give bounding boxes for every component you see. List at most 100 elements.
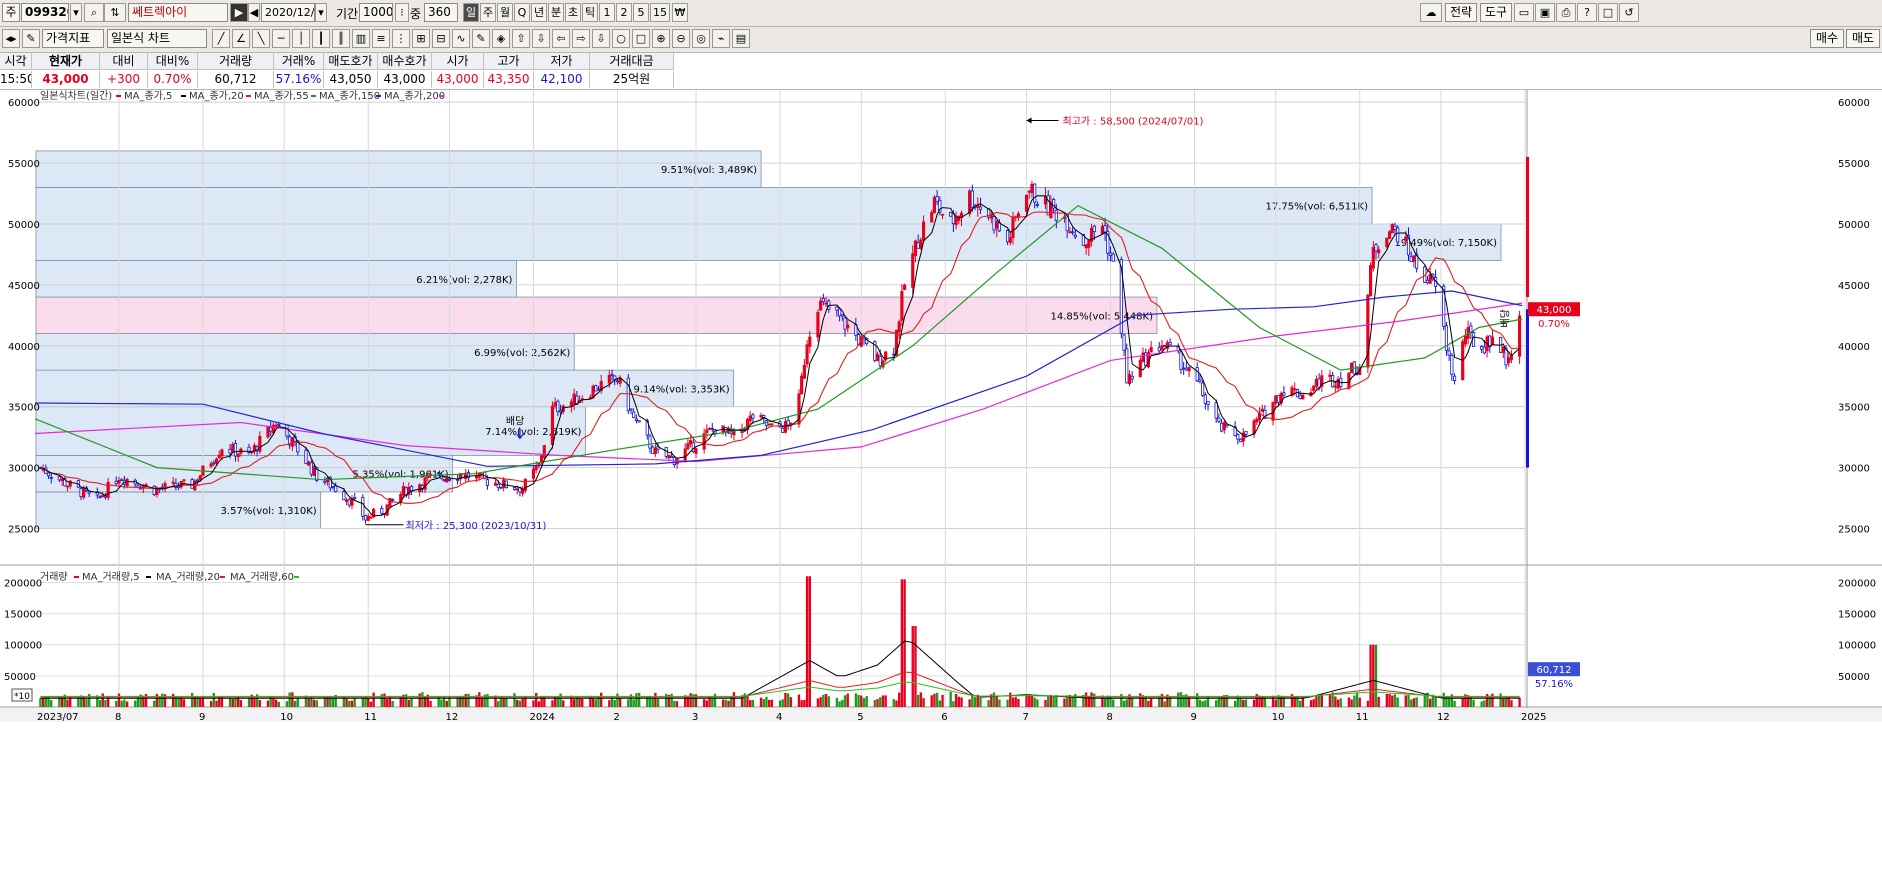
buy-button[interactable]: 매수	[1810, 29, 1844, 48]
quote-low: 42,100	[534, 71, 590, 88]
period-stepper[interactable]: ⁝	[395, 3, 409, 22]
candle-body	[748, 415, 752, 422]
draw-tool-icon[interactable]: ┃	[312, 29, 330, 48]
volume-bar	[456, 697, 459, 707]
tools-button[interactable]: 도구	[1480, 3, 1512, 22]
timeframe-button[interactable]: 일	[463, 3, 479, 22]
search-icon[interactable]: ⌕	[84, 3, 104, 22]
save-icon[interactable]: ▣	[1535, 3, 1555, 22]
code-dropdown-icon[interactable]: ▾	[70, 3, 82, 22]
price-chart[interactable]: 3.57%(vol: 1,310K)5.35%(vol: 1,961K)7.14…	[0, 90, 1882, 870]
sort-icon[interactable]: ⇅	[104, 3, 126, 22]
candle-body	[1238, 438, 1243, 443]
draw-tool-icon[interactable]: ⇨	[572, 29, 590, 48]
draw-tool-icon[interactable]: ─	[272, 29, 290, 48]
print-icon[interactable]: ⎙	[1556, 3, 1576, 22]
draw-tool-icon[interactable]: ○	[612, 29, 630, 48]
timeframe-button[interactable]: 초	[565, 3, 581, 22]
volume-bar	[1339, 698, 1342, 707]
expand-icon[interactable]: ◂▸	[2, 29, 20, 48]
draw-tool-icon[interactable]: ⇩	[592, 29, 610, 48]
draw-tool-icon[interactable]: ◈	[492, 29, 510, 48]
draw-tool-icon[interactable]: ◎	[692, 29, 710, 48]
edit-icon[interactable]: ✎	[22, 29, 40, 48]
refresh-icon[interactable]: ↺	[1619, 3, 1639, 22]
x-tick-label: 10	[1272, 712, 1285, 723]
volume-bar	[762, 698, 765, 707]
draw-tool-icon[interactable]: ⊕	[652, 29, 670, 48]
volume-bar	[884, 695, 887, 707]
volume-bar	[1242, 699, 1245, 707]
draw-tool-icon[interactable]: ⊞	[412, 29, 430, 48]
period-input[interactable]: 1000	[359, 3, 393, 22]
draw-tool-icon[interactable]: ⇧	[512, 29, 530, 48]
volume-bar	[177, 697, 180, 707]
candle-body	[82, 487, 86, 498]
play-icon[interactable]: ▶	[230, 3, 248, 22]
strategy-button[interactable]: 전략	[1445, 3, 1477, 22]
timeframe-button[interactable]: 월	[497, 3, 513, 22]
draw-tool-icon[interactable]: ∿	[452, 29, 470, 48]
draw-tool-icon[interactable]: ╱	[212, 29, 230, 48]
volume-bar	[440, 699, 443, 707]
candle-body	[258, 436, 262, 452]
volume-bar	[1301, 697, 1305, 707]
stock-code-input[interactable]: 099320	[21, 3, 69, 22]
timeframe-button[interactable]: 15	[650, 3, 670, 22]
indicator-button[interactable]: 가격지표	[42, 29, 104, 48]
volume-bar	[117, 693, 121, 707]
draw-tool-icon[interactable]: ⊟	[432, 29, 450, 48]
timeframe-button[interactable]: 5	[633, 3, 649, 22]
draw-tool-icon[interactable]: ≡	[372, 29, 390, 48]
draw-tool-icon[interactable]: ∠	[232, 29, 250, 48]
timeframe-button[interactable]: 1	[599, 3, 615, 22]
help-icon[interactable]: ?	[1577, 3, 1597, 22]
maximize-icon[interactable]: □	[1598, 3, 1618, 22]
price-legend-item: MA_종가,5	[124, 90, 172, 102]
volume-bar	[1263, 697, 1267, 707]
draw-tool-icon[interactable]: ▤	[732, 29, 750, 48]
draw-tool-icon[interactable]: ╲	[252, 29, 270, 48]
candle-body	[770, 423, 774, 426]
draw-tool-icon[interactable]: ✎	[472, 29, 490, 48]
chart-type-select[interactable]: 일본식 차트	[107, 29, 207, 48]
draw-tool-icon[interactable]: ⋮	[392, 29, 410, 48]
draw-tool-icon[interactable]: □	[632, 29, 650, 48]
volume-bar	[215, 700, 218, 707]
draw-tool-icon[interactable]: ⇩	[532, 29, 550, 48]
volume-bar	[524, 697, 527, 707]
date-dropdown-icon[interactable]: ▾	[315, 3, 327, 22]
timeframe-button[interactable]: ₩	[672, 3, 688, 22]
timeframe-button[interactable]: 2	[616, 3, 632, 22]
volume-bar	[516, 699, 519, 707]
timeframe-button[interactable]: 틱	[582, 3, 598, 22]
timeframe-button[interactable]: 년	[531, 3, 547, 22]
draw-tool-icon[interactable]: ⇦	[552, 29, 570, 48]
volume-bar	[1336, 699, 1340, 707]
current-price-tag: 43,000	[1537, 305, 1572, 316]
market-label[interactable]: 주	[2, 3, 20, 22]
date-input[interactable]: 2020/12/09	[261, 3, 315, 22]
draw-tool-icon[interactable]: ║	[332, 29, 350, 48]
prev-date-icon[interactable]: ◀	[248, 3, 260, 22]
candle-body	[228, 448, 232, 454]
volume-bar	[876, 699, 879, 707]
volume-bar	[1315, 696, 1318, 707]
cloud-icon[interactable]: ☁	[1420, 3, 1442, 22]
timeframe-button[interactable]: Q	[514, 3, 530, 22]
volume-bar	[1112, 699, 1115, 707]
draw-tool-icon[interactable]: ⌁	[712, 29, 730, 48]
timeframe-button[interactable]: 주	[480, 3, 496, 22]
draw-tool-icon[interactable]: ⊖	[672, 29, 690, 48]
price-tick-left: 35000	[8, 403, 40, 414]
count-input[interactable]: 360	[424, 3, 458, 22]
volume-bar	[1179, 692, 1183, 707]
stock-name-field[interactable]: 쎄트렉아이	[128, 3, 228, 22]
candle-body	[1024, 194, 1029, 212]
draw-tool-icon[interactable]: │	[292, 29, 310, 48]
timeframe-button[interactable]: 분	[548, 3, 564, 22]
candle-body	[152, 485, 156, 495]
draw-tool-icon[interactable]: ▥	[352, 29, 370, 48]
folder-icon[interactable]: ▭	[1514, 3, 1534, 22]
sell-button[interactable]: 매도	[1846, 29, 1880, 48]
